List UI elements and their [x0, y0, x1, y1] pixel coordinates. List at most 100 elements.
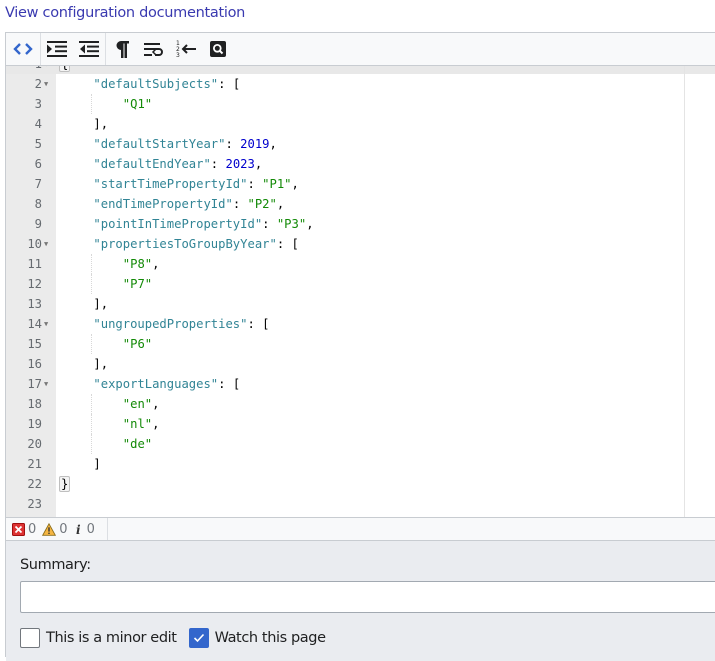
code-text: "endTimePropertyId": "P2",	[93, 194, 284, 214]
line-number: 19	[27, 417, 42, 431]
token-str: "Q1"	[122, 97, 153, 111]
line-number: 8	[34, 197, 42, 211]
toggle-code-editor-button[interactable]	[6, 33, 40, 65]
code-line: 18 "en",	[6, 394, 715, 414]
show-invisibles-button[interactable]	[106, 33, 138, 65]
token-str: "de"	[122, 437, 153, 451]
indent-guide	[91, 334, 93, 354]
token-str: "en"	[122, 397, 153, 411]
token-key: "ungroupedProperties"	[93, 317, 248, 331]
goto-line-button[interactable]: 1 2 3	[170, 33, 202, 65]
token-punc: :	[210, 157, 226, 171]
code-text: "defaultSubjects": [	[93, 74, 240, 94]
edit-checkboxes: This is a minor edit Watch this page	[20, 628, 338, 648]
line-number: 23	[27, 497, 42, 511]
code-text: "propertiesToGroupByYear": [	[93, 234, 298, 254]
watch-page-checkbox[interactable]	[188, 628, 209, 648]
code-text: "exportLanguages": [	[93, 374, 240, 394]
token-str: "P2"	[247, 197, 277, 211]
token-key: "pointInTimePropertyId"	[93, 217, 263, 231]
indent-button[interactable]	[41, 33, 73, 65]
line-number: 15	[27, 337, 42, 351]
fold-toggle-icon[interactable]: ▼	[44, 234, 48, 254]
token-str: "P7"	[122, 277, 153, 291]
code-line: 22}	[6, 474, 715, 494]
summary-input[interactable]	[20, 581, 715, 613]
code-text: "pointInTimePropertyId": "P3",	[93, 214, 313, 234]
code-text: }	[59, 474, 71, 494]
indent-guide	[91, 94, 93, 114]
code-line: 6 "defaultEndYear": 2023,	[6, 154, 715, 174]
code-text: "defaultStartYear": 2019,	[93, 134, 276, 154]
minor-edit-checkbox[interactable]	[20, 628, 40, 648]
line-number: 22	[27, 477, 42, 491]
fold-toggle-icon[interactable]: ▼	[44, 314, 48, 334]
code-text: ]	[93, 454, 100, 474]
code-editor[interactable]: 1▼{2▼"defaultSubjects": [3"Q1"4],5"defau…	[6, 66, 715, 550]
line-number: 12	[27, 277, 42, 291]
error-icon	[12, 522, 25, 536]
code-editor-widget: 1 2 3 1▼{2▼"defaultSubjects": [3"Q1"4],5…	[5, 32, 715, 661]
info-count: i 0	[75, 521, 95, 537]
line-number: 2	[34, 77, 42, 91]
line-number: 18	[27, 397, 42, 411]
line-number: 13	[27, 297, 42, 311]
pilcrow-icon	[116, 41, 129, 58]
summary-label: Summary:	[20, 557, 91, 573]
token-punc: : [	[218, 77, 241, 91]
token-key: "defaultSubjects"	[93, 77, 219, 91]
code-text: {	[59, 66, 71, 74]
code-line: 12 "P7"	[6, 274, 715, 294]
code-line: 16],	[6, 354, 715, 374]
fold-toggle-icon[interactable]: ▼	[44, 66, 48, 74]
token-punc: ,	[152, 397, 160, 411]
edit-options-panel: Summary: This is a minor edit Watch this…	[6, 541, 715, 661]
search-replace-button[interactable]	[202, 33, 234, 65]
token-punc: :	[262, 217, 277, 231]
code-text: "defaultEndYear": 2023,	[93, 154, 262, 174]
token-punc: ,	[306, 217, 314, 231]
code-line: 20 "de"	[6, 434, 715, 454]
code-line: 19 "nl",	[6, 414, 715, 434]
token-str: "P8"	[122, 257, 153, 271]
wrap-icon	[144, 43, 163, 56]
fold-toggle-icon[interactable]: ▼	[44, 374, 48, 394]
watch-page-label[interactable]: Watch this page	[215, 630, 326, 646]
token-punc: ,	[269, 137, 277, 151]
editor-status-bar: 0 0 i 0	[6, 517, 715, 541]
line-wrap-button[interactable]	[138, 33, 170, 65]
code-line: 17 ▼ "exportLanguages": [	[6, 374, 715, 394]
line-number: 11	[27, 257, 42, 271]
line-number: 20	[27, 437, 42, 451]
token-punc: : [	[218, 377, 241, 391]
editor-toolbar: 1 2 3	[6, 33, 715, 66]
token-num: 2019	[240, 137, 270, 151]
line-number: 9	[34, 217, 42, 231]
token-punc: ,	[152, 417, 160, 431]
token-punc: ]	[93, 457, 101, 471]
status-counts[interactable]: 0 0 i 0	[6, 518, 108, 540]
code-line: 21]	[6, 454, 715, 474]
error-count: 0	[12, 522, 36, 537]
view-config-documentation-link[interactable]: View configuration documentation	[5, 5, 245, 21]
minor-edit-label[interactable]: This is a minor edit	[46, 630, 177, 646]
code-line: 9 "pointInTimePropertyId": "P3",	[6, 214, 715, 234]
code-line: 2 ▼ "defaultSubjects": [	[6, 74, 715, 94]
code-text: "Q1"	[123, 94, 152, 114]
fold-toggle-icon[interactable]: ▼	[44, 74, 48, 94]
token-punc: ,	[254, 157, 263, 171]
code-brackets-icon	[13, 43, 33, 55]
code-line: 3 "Q1"	[6, 94, 715, 114]
token-str: "nl"	[122, 417, 153, 431]
code-text: "P7"	[123, 274, 152, 294]
indent-guide	[91, 254, 93, 274]
token-punc: ,	[276, 197, 285, 211]
line-number: 7	[34, 177, 42, 191]
token-punc: : [	[276, 237, 299, 251]
token-punc: ],	[93, 117, 109, 131]
line-number: 17	[27, 377, 42, 391]
outdent-button[interactable]	[73, 33, 105, 65]
svg-text:i: i	[76, 523, 81, 536]
token-punc: ],	[93, 297, 109, 311]
code-text: "P8",	[123, 254, 160, 274]
